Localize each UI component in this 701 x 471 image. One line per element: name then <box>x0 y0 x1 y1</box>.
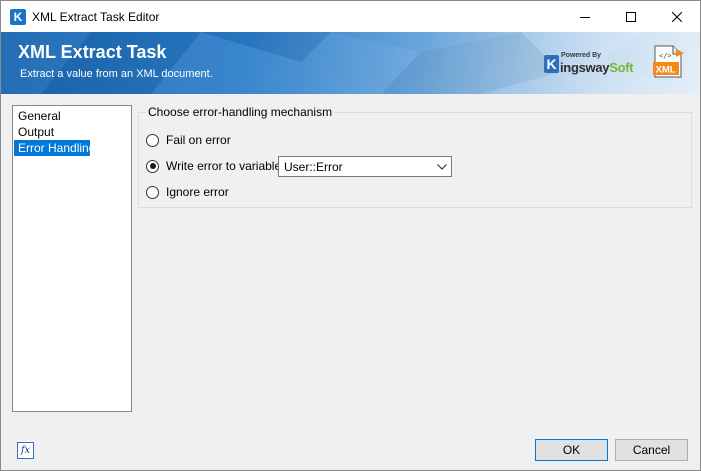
option-ignore-error[interactable]: Ignore error <box>146 184 229 200</box>
ok-button[interactable]: OK <box>535 439 608 461</box>
title-bar[interactable]: K XML Extract Task Editor <box>1 1 700 32</box>
banner-subtitle: Extract a value from an XML document. <box>20 68 213 80</box>
nav-item-general[interactable]: General <box>14 108 130 124</box>
xml-icon-code: </> <box>659 52 672 60</box>
window-title: XML Extract Task Editor <box>32 10 160 24</box>
group-label: Choose error-handling mechanism <box>146 105 335 119</box>
close-icon <box>672 11 682 22</box>
banner-title: XML Extract Task <box>18 42 167 62</box>
radio-ignore-error[interactable] <box>146 185 159 199</box>
nav-item-output[interactable]: Output <box>14 124 130 140</box>
radio-label: Ignore error <box>166 185 229 199</box>
kingswaysoft-logo: Powered By K ingswaySoft <box>541 52 636 76</box>
logo-k-mark: K <box>544 55 559 73</box>
chevron-down-icon[interactable] <box>433 157 451 176</box>
radio-fail-on-error[interactable] <box>146 133 159 147</box>
nav-item-error-handling[interactable]: Error Handling <box>14 140 95 156</box>
error-variable-select[interactable]: User::Error <box>278 156 452 177</box>
header-banner: XML Extract Task Extract a value from an… <box>1 32 700 94</box>
xml-icon-label: XML <box>656 65 676 76</box>
cancel-button[interactable]: Cancel <box>615 439 688 461</box>
option-fail-on-error[interactable]: Fail on error <box>146 132 231 148</box>
select-value: User::Error <box>284 159 343 174</box>
minimize-icon <box>580 16 590 18</box>
close-button[interactable] <box>654 1 700 32</box>
page-list[interactable]: General Output Error Handling <box>12 105 132 412</box>
minimize-button[interactable] <box>562 1 608 32</box>
maximize-button[interactable] <box>608 1 654 32</box>
radio-label: Write error to variable <box>166 159 282 173</box>
dialog-window: K XML Extract Task Editor XML Extract Ta… <box>0 0 701 471</box>
maximize-icon <box>626 11 636 22</box>
powered-by-text: Powered By <box>561 52 602 59</box>
kingswaysoft-app-icon: K <box>10 9 26 25</box>
expression-fx-button[interactable]: fx <box>17 442 34 459</box>
logo-wordmark: ingswaySoft <box>560 60 634 75</box>
radio-label: Fail on error <box>166 133 231 147</box>
radio-write-error-to-variable[interactable] <box>146 159 159 173</box>
xml-file-icon: </> XML <box>653 45 684 78</box>
option-write-error-to-variable[interactable]: Write error to variable <box>146 158 281 174</box>
